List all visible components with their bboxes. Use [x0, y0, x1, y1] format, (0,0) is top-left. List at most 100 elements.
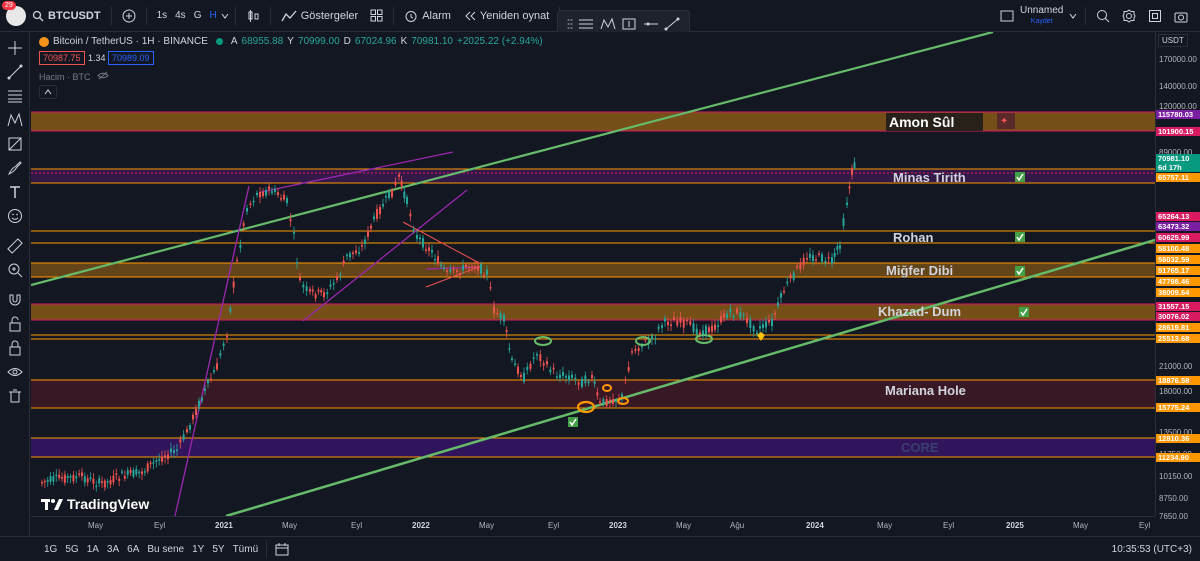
check-icon — [1015, 172, 1025, 182]
separator — [393, 6, 395, 25]
lower-trend-line[interactable] — [225, 238, 1155, 516]
symbol-name: BTCUSDT — [48, 9, 101, 22]
horizontal-ray-icon[interactable] — [643, 17, 659, 31]
chart-canvas[interactable]: ✦ — [31, 32, 1155, 516]
candle-body — [256, 192, 258, 196]
range-button-1g[interactable]: 1G — [40, 544, 61, 555]
chevron-down-icon[interactable] — [1069, 12, 1077, 20]
calendar-range-icon[interactable] — [275, 542, 289, 556]
chart-pane[interactable]: ✦ Bitcoin / TetherUS · 1H · BINANCE A 689… — [31, 32, 1155, 516]
crosshair-tool[interactable] — [0, 36, 30, 60]
range-button-5y[interactable]: 5Y — [208, 544, 228, 555]
tradingview-logo[interactable]: TradingView — [41, 496, 149, 512]
ruler-icon — [6, 238, 23, 254]
candle-body — [101, 481, 103, 483]
candle-body — [358, 251, 360, 254]
trend-line-tool[interactable] — [0, 60, 30, 84]
indicators-button[interactable]: Göstergeler — [275, 0, 364, 32]
green-circle-marker — [635, 336, 651, 346]
search-icon — [32, 10, 44, 21]
xabcd-pattern-icon — [7, 112, 22, 127]
trend-line-icon[interactable] — [664, 17, 680, 31]
clock-timezone[interactable]: 10:35:53 (UTC+3) — [1112, 544, 1192, 555]
templates-button[interactable] — [364, 0, 389, 32]
candle-body — [664, 318, 666, 322]
buy-price-button[interactable]: 70989.09 — [108, 51, 154, 65]
range-button-1a[interactable]: 1A — [83, 544, 103, 555]
price-range-icon[interactable] — [621, 17, 637, 31]
range-button-5g[interactable]: 5G — [61, 544, 82, 555]
chart-type-button[interactable] — [240, 0, 266, 32]
text-tool[interactable] — [0, 180, 30, 204]
candle-body — [824, 260, 827, 263]
eye-off-icon[interactable] — [97, 71, 109, 80]
purple-trend-line[interactable] — [174, 185, 250, 516]
candle-body — [222, 343, 225, 346]
interval-1s[interactable]: 1s — [153, 10, 172, 21]
pattern-icon[interactable] — [600, 17, 616, 31]
pattern-tool[interactable] — [0, 108, 30, 132]
settings-gear-icon[interactable] — [1122, 9, 1136, 23]
time-label: May — [479, 521, 495, 530]
range-button-6a[interactable]: 6A — [123, 544, 143, 555]
drawing-tools-sidebar — [0, 32, 30, 536]
layout-icon[interactable] — [1000, 10, 1014, 22]
symbol-title[interactable]: Bitcoin / TetherUS · 1H · BINANCE — [53, 36, 208, 47]
camera-icon[interactable] — [1174, 10, 1188, 23]
candle-body — [195, 409, 197, 416]
replay-button[interactable]: Yeniden oynat — [457, 0, 555, 32]
collapse-legend-button[interactable] — [39, 85, 57, 99]
candle-body — [332, 282, 335, 285]
drag-handle-icon[interactable] — [567, 17, 573, 31]
range-button-3a[interactable]: 3A — [103, 544, 123, 555]
price-scale[interactable]: USDT 170000.00 140000.00 120000.00 89000.00… — [1155, 32, 1200, 521]
projection-tool[interactable] — [0, 132, 30, 156]
upper-trend-line[interactable] — [31, 32, 994, 287]
range-button-1y[interactable]: 1Y — [188, 544, 208, 555]
range-button-tümü[interactable]: Tümü — [229, 544, 263, 555]
candle-body — [422, 238, 424, 248]
lock-drawings-tool[interactable] — [0, 312, 30, 336]
interval-4s[interactable]: 4s — [171, 10, 190, 21]
delete-drawings-tool[interactable] — [0, 384, 30, 408]
compare-symbol-button[interactable] — [116, 0, 142, 32]
candle-body — [762, 324, 764, 329]
candle-body — [112, 475, 115, 483]
candle-body — [283, 194, 285, 200]
candle-body — [517, 366, 519, 374]
horizontal-lines-icon[interactable] — [578, 17, 594, 31]
time-label: Eyl — [1139, 521, 1151, 530]
alert-button[interactable]: Alarm — [398, 0, 457, 32]
lock-all-tool[interactable] — [0, 336, 30, 360]
candle-body — [229, 307, 232, 312]
candle-body — [149, 462, 152, 464]
layout-name: Unnamed — [1020, 5, 1064, 16]
time-axis[interactable]: May Eyl 2021 May Eyl 2022 May Eyl 2023 May Ağu 2024… — [31, 516, 1155, 536]
measure-tool[interactable] — [0, 234, 30, 258]
layout-name-button[interactable]: Unnamed Kaydet — [1020, 5, 1063, 27]
fullscreen-icon[interactable] — [1148, 9, 1162, 23]
zoom-tool[interactable] — [0, 258, 30, 282]
user-avatar[interactable]: 29 — [2, 0, 26, 26]
purple-trend-line[interactable] — [302, 189, 468, 322]
hide-drawings-tool[interactable] — [0, 360, 30, 384]
candle-body — [138, 471, 141, 474]
candle-body — [786, 281, 789, 284]
interval-g[interactable]: G — [190, 10, 206, 21]
sell-price-button[interactable]: 70987.75 — [39, 51, 85, 65]
quick-search-icon[interactable] — [1096, 9, 1110, 23]
chevron-down-icon[interactable] — [221, 12, 229, 20]
candle-body — [780, 293, 782, 298]
currency-selector[interactable]: USDT — [1158, 34, 1188, 47]
symbol-search[interactable]: BTCUSDT — [26, 0, 107, 32]
candle-body — [756, 332, 758, 335]
interval-h[interactable]: H — [205, 10, 220, 21]
candle-body — [799, 262, 802, 269]
fib-tool[interactable] — [0, 84, 30, 108]
brush-tool[interactable] — [0, 156, 30, 180]
magnet-tool[interactable] — [0, 288, 30, 312]
range-button-bu-sene[interactable]: Bu sene — [143, 544, 188, 555]
alert-label: Alarm — [422, 9, 451, 22]
emoji-tool[interactable] — [0, 204, 30, 228]
fibonacci-icon — [7, 90, 22, 103]
